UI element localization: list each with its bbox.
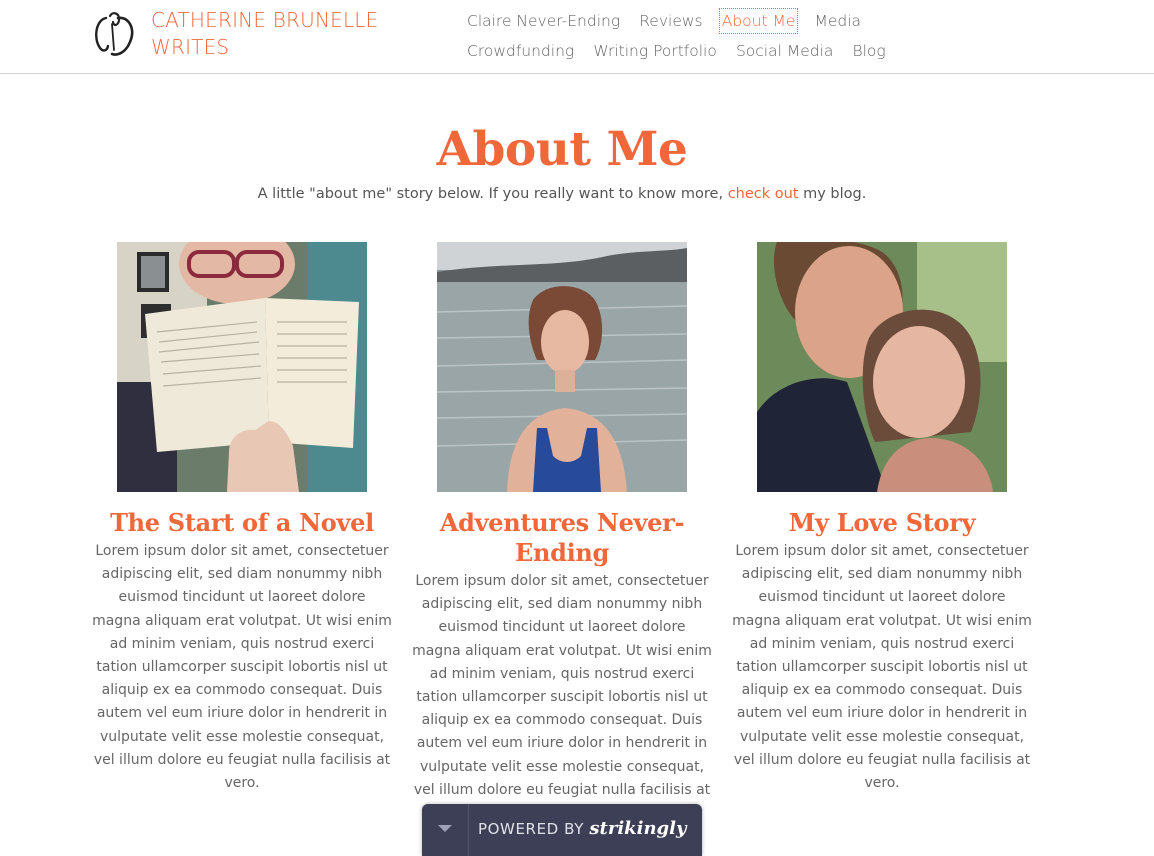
photo-couple-embrace	[757, 242, 1007, 492]
nav-writing-portfolio[interactable]: Writing Portfolio	[590, 38, 720, 64]
subtitle-text-after: my blog.	[798, 186, 867, 202]
nav-social-media[interactable]: Social Media	[733, 38, 836, 64]
story-heading-1: The Start of a Novel	[110, 508, 374, 537]
story-heading-3: My Love Story	[788, 508, 976, 537]
powered-by-label[interactable]: POWERED BY strikingly	[478, 818, 686, 839]
nav-reviews[interactable]: Reviews	[636, 8, 705, 34]
blog-link[interactable]: check out	[728, 186, 799, 202]
story-column-2: Adventures Never-Ending Lorem ipsum dolo…	[412, 242, 712, 825]
powered-by-text: POWERED BY	[478, 820, 585, 838]
nav-crowdfunding[interactable]: Crowdfunding	[464, 38, 577, 64]
nav-about-me[interactable]: About Me	[718, 8, 799, 34]
page-title: About Me	[436, 122, 688, 177]
badge-toggle-button[interactable]	[422, 804, 469, 856]
main-nav: Claire Never-Ending Reviews About Me Med…	[460, 8, 980, 68]
story-column-1: The Start of a Novel Lorem ipsum dolor s…	[92, 242, 392, 795]
story-column-3: My Love Story Lorem ipsum dolor sit amet…	[732, 242, 1032, 795]
site-brand[interactable]: CATHERINE BRUNELLE WRITES	[151, 7, 411, 61]
photo-reading-manuscript	[117, 242, 367, 492]
story-body-2: Lorem ipsum dolor sit amet, consectetuer…	[412, 573, 712, 821]
nav-blog[interactable]: Blog	[849, 38, 888, 64]
story-heading-2: Adventures Never-Ending	[439, 508, 685, 567]
story-body-3: Lorem ipsum dolor sit amet, consectetuer…	[732, 543, 1032, 792]
subtitle-text-before: A little "about me" story below. If you …	[257, 186, 728, 202]
chevron-down-icon	[438, 825, 452, 832]
brand-logo-icon[interactable]	[94, 10, 136, 58]
powered-by-badge[interactable]: POWERED BY strikingly	[422, 804, 702, 856]
nav-claire-never-ending[interactable]: Claire Never-Ending	[464, 8, 623, 34]
page-subtitle: A little "about me" story below. If you …	[0, 184, 1124, 204]
site-header: CATHERINE BRUNELLE WRITES Claire Never-E…	[0, 0, 1154, 74]
nav-media[interactable]: Media	[811, 8, 864, 34]
story-body-1: Lorem ipsum dolor sit amet, consectetuer…	[92, 543, 392, 792]
strikingly-logo: strikingly	[589, 818, 687, 839]
photo-woman-by-water	[437, 242, 687, 492]
